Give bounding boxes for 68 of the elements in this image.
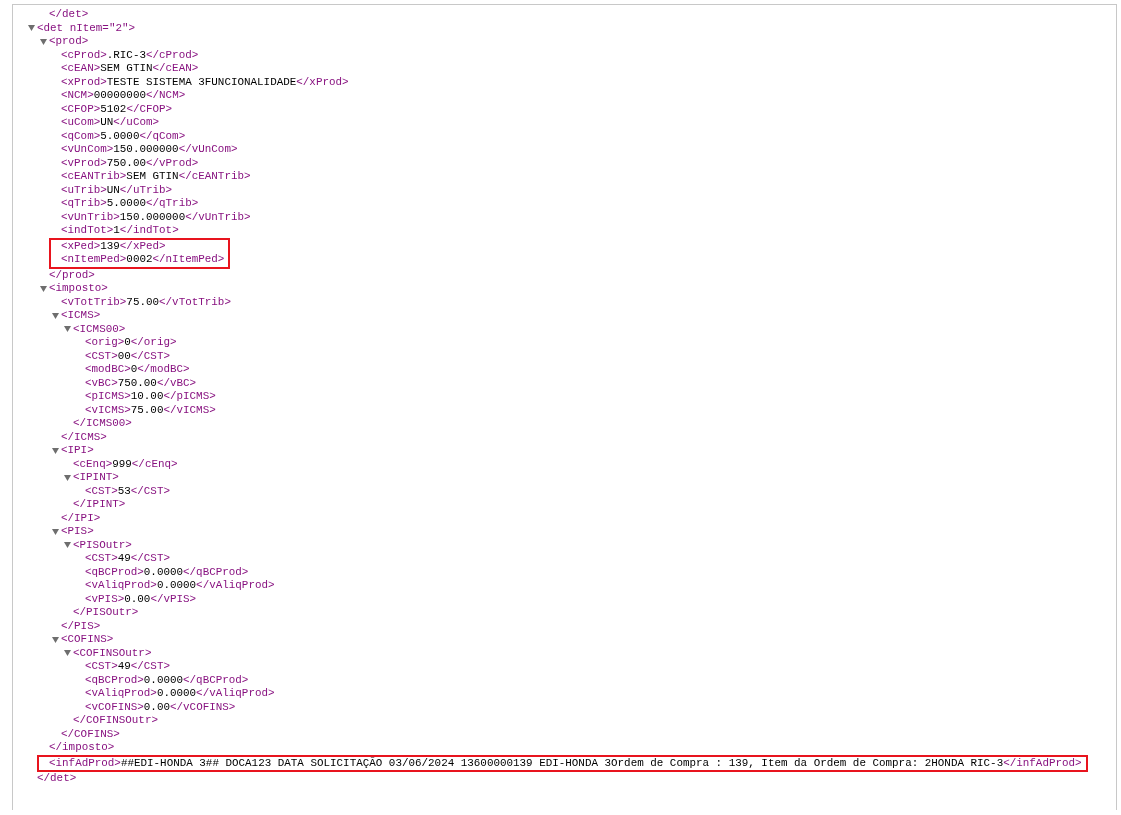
xml-close-tag: </COFINS> xyxy=(61,727,120,741)
xml-element-line: <vProd>750.00</vProd> xyxy=(61,156,199,170)
xml-open-tag: <imposto> xyxy=(49,282,108,296)
xml-element-line: <modBC>0</modBC> xyxy=(85,363,190,377)
collapse-triangle-icon[interactable] xyxy=(51,446,61,455)
xml-element-line: <xPed>139</xPed> xyxy=(61,239,166,253)
xml-element-line: <vBC>750.00</vBC> xyxy=(85,376,197,390)
xml-element-line: <CFOP>5102</CFOP> xyxy=(61,102,173,116)
xml-element-line: <CST>49</CST> xyxy=(85,660,170,674)
xml-close-tag: </det> xyxy=(37,772,77,786)
collapse-triangle-icon[interactable] xyxy=(63,649,73,658)
xml-element-line: <uTrib>UN</uTrib> xyxy=(61,183,173,197)
xml-element-line: <cEANTrib>SEM GTIN</cEANTrib> xyxy=(61,170,251,184)
xml-close-tag: </ICMS00> xyxy=(73,417,132,431)
xml-element-line: <qCom>5.0000</qCom> xyxy=(61,129,186,143)
xml-open-tag: <IPINT> xyxy=(73,471,119,485)
xml-element-line: <qBCProd>0.0000</qBCProd> xyxy=(85,565,249,579)
xml-close-tag: </IPINT> xyxy=(73,498,126,512)
xml-element-line: <CST>00</CST> xyxy=(85,349,170,363)
collapse-triangle-icon[interactable] xyxy=(51,635,61,644)
xml-close-tag: </ICMS> xyxy=(61,430,107,444)
xml-element-line: <qBCProd>0.0000</qBCProd> xyxy=(85,673,249,687)
xml-element-line: <pICMS>10.00</pICMS> xyxy=(85,390,216,404)
xml-open-tag: <IPI> xyxy=(61,444,94,458)
collapse-triangle-icon[interactable] xyxy=(63,325,73,334)
xml-close-tag: </prod> xyxy=(49,268,95,282)
xml-element-line: <qTrib>5.0000</qTrib> xyxy=(61,197,199,211)
collapse-triangle-icon[interactable] xyxy=(63,473,73,482)
xml-element-line: <vUnCom>150.000000</vUnCom> xyxy=(61,143,238,157)
xml-close-tag: </PISOutr> xyxy=(73,606,139,620)
xml-element-line: <cEnq>999</cEnq> xyxy=(73,457,178,471)
xml-element-line: <vUnTrib>150.000000</vUnTrib> xyxy=(61,210,251,224)
collapse-triangle-icon[interactable] xyxy=(51,527,61,536)
xml-element-line: <vTotTrib>75.00</vTotTrib> xyxy=(61,295,231,309)
xml-element-line: <vPIS>0.00</vPIS> xyxy=(85,592,197,606)
xml-open-tag: <det nItem="2"> xyxy=(37,21,136,35)
collapse-triangle-icon[interactable] xyxy=(27,24,37,33)
xml-element-line: <NCM>00000000</NCM> xyxy=(61,89,186,103)
xml-element-line: <cEAN>SEM GTIN</cEAN> xyxy=(61,62,199,76)
collapse-triangle-icon[interactable] xyxy=(63,541,73,550)
xml-element-line: <CST>49</CST> xyxy=(85,552,170,566)
xml-open-tag: <COFINSOutr> xyxy=(73,646,152,660)
xml-element-line: <uCom>UN</uCom> xyxy=(61,116,160,130)
xml-element-line: <infAdProd>##EDI-HONDA 3## DOCA123 DATA SOLICITAÇÃO 03/06/2024 13600000139 EDI-HONDA 3Ordem de Compra : 139, Item da Ordem de Compra: 2HONDA RIC-3</infAdProd> xyxy=(49,756,1082,770)
xml-element-line: <indTot>1</indTot> xyxy=(61,224,179,238)
xml-close-tag: </PIS> xyxy=(61,619,101,633)
xml-close-tag: </IPI> xyxy=(61,511,101,525)
xml-element-line: <vAliqProd>0.0000</vAliqProd> xyxy=(85,579,275,593)
xml-close-tag: </imposto> xyxy=(49,741,115,755)
xml-open-tag: <PIS> xyxy=(61,525,94,539)
xml-open-tag: <prod> xyxy=(49,35,89,49)
xml-open-tag: <PISOutr> xyxy=(73,538,132,552)
xml-open-tag: <COFINS> xyxy=(61,633,114,647)
xml-element-line: <nItemPed>0002</nItemPed> xyxy=(61,253,225,267)
xml-close-tag: </det> xyxy=(49,8,89,22)
xml-element-line: <cProd>.RIC-3</cProd> xyxy=(61,48,199,62)
collapse-triangle-icon[interactable] xyxy=(39,37,49,46)
xml-element-line: <orig>0</orig> xyxy=(85,336,177,350)
xml-element-line: <vCOFINS>0.00</vCOFINS> xyxy=(85,700,236,714)
xml-close-tag: </COFINSOutr> xyxy=(73,714,158,728)
xml-element-line: <CST>53</CST> xyxy=(85,484,170,498)
collapse-triangle-icon[interactable] xyxy=(39,284,49,293)
xml-element-line: <vICMS>75.00</vICMS> xyxy=(85,403,216,417)
xml-open-tag: <ICMS> xyxy=(61,309,101,323)
xml-element-line: <xProd>TESTE SISTEMA 3FUNCIONALIDADE</xProd> xyxy=(61,75,349,89)
collapse-triangle-icon[interactable] xyxy=(51,311,61,320)
xml-open-tag: <ICMS00> xyxy=(73,322,126,336)
xml-element-line: <vAliqProd>0.0000</vAliqProd> xyxy=(85,687,275,701)
